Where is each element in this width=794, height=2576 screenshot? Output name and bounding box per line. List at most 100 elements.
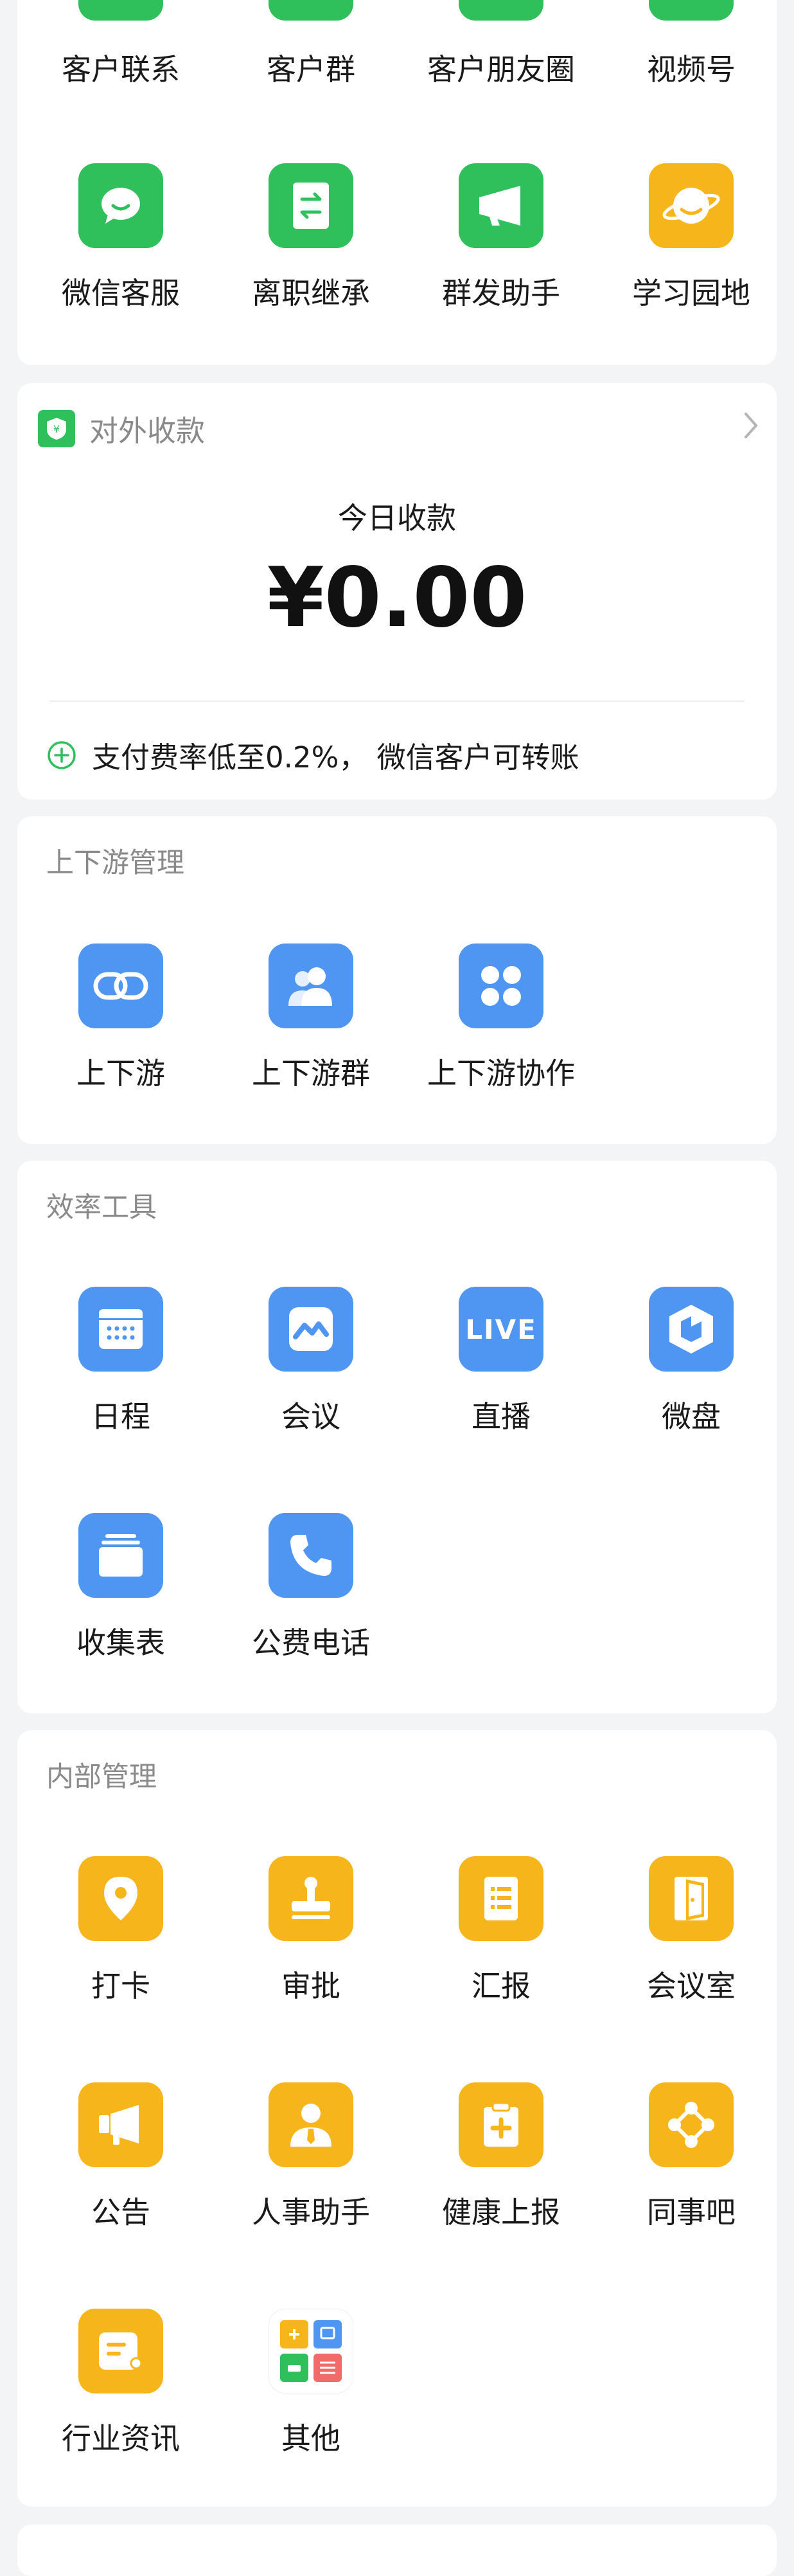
app-label: 审批 — [281, 1969, 340, 2003]
app-label: 汇报 — [472, 1969, 531, 2003]
customer-contact-app[interactable]: 客户联系 — [26, 0, 216, 89]
app-label: 微盘 — [662, 1399, 721, 1434]
door-icon — [649, 1856, 734, 1941]
announcement-icon — [78, 2082, 163, 2167]
app-label: 客户朋友圈 — [427, 52, 575, 87]
customer-contact-icon — [78, 0, 163, 21]
live-icon-text: LIVE — [465, 1313, 537, 1345]
payment-tip[interactable]: 支付费率低至0.2%， 微信客户可转账 — [47, 734, 579, 776]
group-icon — [269, 944, 353, 1028]
app-label: 群发助手 — [442, 276, 560, 310]
app-label: 上下游 — [76, 1056, 165, 1091]
efficiency-card: 效率工具 日程 会议 LIVE 直播 微盘 收集表 公费电话 — [17, 1161, 777, 1713]
meeting-app[interactable]: 会议 — [216, 1287, 406, 1436]
chevron-right-icon[interactable] — [742, 411, 760, 440]
approval-app[interactable]: 审批 — [216, 1856, 406, 2005]
wechat-service-app[interactable]: 微信客服 — [26, 163, 216, 312]
calendar-app[interactable]: 日程 — [26, 1287, 216, 1436]
app-label: 会议室 — [647, 1969, 736, 2003]
meeting-room-app[interactable]: 会议室 — [596, 1856, 786, 2005]
app-label: 客户群 — [267, 52, 355, 87]
form-collect-app[interactable]: 收集表 — [26, 1513, 216, 1662]
mass-send-app[interactable]: 群发助手 — [406, 163, 596, 312]
megaphone-icon — [459, 163, 543, 248]
person-tie-icon — [269, 2082, 353, 2167]
app-label: 会议 — [281, 1399, 340, 1434]
today-income-label: 今日收款 — [338, 501, 456, 535]
live-app[interactable]: LIVE 直播 — [406, 1287, 596, 1436]
section-title: 内部管理 — [46, 1761, 157, 1793]
today-income-amount: ¥0.00 — [267, 550, 527, 646]
app-label: 公告 — [91, 2195, 150, 2230]
payment-header[interactable]: ¥ 对外收款 — [38, 407, 205, 449]
weipan-app[interactable]: 微盘 — [596, 1287, 786, 1436]
app-label: 上下游群 — [252, 1056, 370, 1091]
chat-bubble-icon — [78, 163, 163, 248]
channels-icon — [649, 0, 734, 21]
form-stack-icon — [78, 1513, 163, 1598]
app-grid-icon — [269, 2309, 353, 2393]
app-label: 离职继承 — [252, 276, 370, 310]
app-label: 打卡 — [91, 1969, 150, 2003]
payment-title: 对外收款 — [89, 414, 206, 448]
report-icon — [459, 1856, 543, 1941]
learning-garden-app[interactable]: 学习园地 — [596, 163, 786, 312]
app-label: 日程 — [91, 1399, 150, 1434]
section-title: 效率工具 — [46, 1192, 157, 1224]
industry-news-app[interactable]: 行业资讯 — [26, 2309, 216, 2458]
payment-card[interactable]: ¥ 对外收款 今日收款 ¥0.00 支付费率低至0.2%， 微信客户可转账 — [17, 383, 777, 800]
colleague-bar-app[interactable]: 同事吧 — [596, 2082, 786, 2232]
network-icon — [649, 2082, 734, 2167]
app-label: 健康上报 — [442, 2195, 560, 2230]
customer-group-icon — [269, 0, 353, 21]
payment-divider — [49, 701, 745, 702]
announcement-app[interactable]: 公告 — [26, 2082, 216, 2232]
stamp-icon — [269, 1856, 353, 1941]
supply-chain-collab-app[interactable]: 上下游协作 — [406, 944, 596, 1093]
app-label: 同事吧 — [647, 2195, 736, 2230]
app-label: 上下游协作 — [427, 1056, 575, 1091]
plus-circle-icon — [47, 740, 76, 770]
app-label: 微信客服 — [62, 276, 180, 310]
four-dots-icon — [459, 944, 543, 1028]
svg-text:¥: ¥ — [53, 423, 60, 435]
check-in-app[interactable]: 打卡 — [26, 1856, 216, 2005]
meeting-icon — [269, 1287, 353, 1372]
customer-apps-card: 客户联系 客户群 客户朋友圈 视频号 微信客服 离职继承 群发助手 学习园地 — [17, 0, 777, 365]
internal-management-card: 内部管理 打卡 审批 汇报 会议室 公告 人事助手 健康上报 同事吧 行业资讯 … — [17, 1730, 777, 2507]
channels-app[interactable]: 视频号 — [596, 0, 786, 89]
app-label: 行业资讯 — [62, 2421, 180, 2456]
hr-assistant-app[interactable]: 人事助手 — [216, 2082, 406, 2232]
resign-inherit-app[interactable]: 离职继承 — [216, 163, 406, 312]
customer-moments-icon — [459, 0, 543, 21]
app-label: 收集表 — [76, 1625, 165, 1660]
others-app[interactable]: 其他 — [216, 2309, 406, 2458]
report-app[interactable]: 汇报 — [406, 1856, 596, 2005]
app-label: 学习园地 — [632, 276, 750, 310]
customer-group-app[interactable]: 客户群 — [216, 0, 406, 89]
app-label: 人事助手 — [252, 2195, 370, 2230]
customer-moments-app[interactable]: 客户朋友圈 — [406, 0, 596, 89]
app-label: 视频号 — [647, 52, 736, 87]
app-label: 直播 — [472, 1399, 531, 1434]
app-label: 其他 — [281, 2421, 340, 2456]
payment-tip-text: 支付费率低至0.2%， 微信客户可转账 — [92, 740, 579, 774]
public-phone-app[interactable]: 公费电话 — [216, 1513, 406, 1662]
next-card-edge — [17, 2525, 777, 2576]
calendar-icon — [78, 1287, 163, 1372]
news-icon — [78, 2309, 163, 2393]
location-pin-icon — [78, 1856, 163, 1941]
supply-chain-group-app[interactable]: 上下游群 — [216, 944, 406, 1093]
supply-chain-card: 上下游管理 上下游 上下游群 上下游协作 — [17, 816, 777, 1144]
cube-icon — [649, 1287, 734, 1372]
planet-icon — [649, 163, 734, 248]
health-clipboard-icon — [459, 2082, 543, 2167]
app-label: 公费电话 — [252, 1625, 370, 1660]
supply-chain-app[interactable]: 上下游 — [26, 944, 216, 1093]
health-report-app[interactable]: 健康上报 — [406, 2082, 596, 2232]
phone-icon — [269, 1513, 353, 1598]
payment-logo-icon: ¥ — [38, 409, 75, 447]
live-icon: LIVE — [459, 1287, 543, 1372]
app-label: 客户联系 — [62, 52, 180, 87]
section-title: 上下游管理 — [46, 847, 184, 879]
